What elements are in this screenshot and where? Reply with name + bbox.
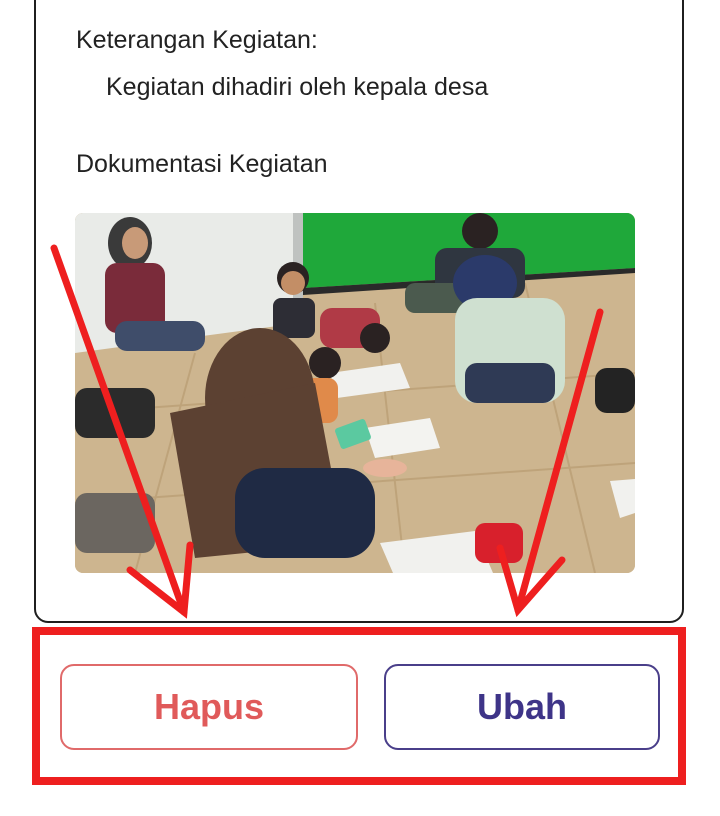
keterangan-value: Kegiatan dihadiri oleh kepala desa	[106, 73, 489, 101]
delete-button-label: Hapus	[153, 686, 265, 727]
keterangan-label: Keterangan Kegiatan:	[76, 26, 318, 54]
dokumentasi-label: Dokumentasi Kegiatan	[76, 150, 328, 178]
activity-photo-illustration	[75, 213, 635, 573]
edit-button-label: Ubah	[477, 686, 567, 727]
activity-photo[interactable]	[75, 213, 635, 573]
edit-button[interactable]: Ubah	[384, 664, 660, 750]
delete-button[interactable]: Hapus	[60, 664, 358, 750]
